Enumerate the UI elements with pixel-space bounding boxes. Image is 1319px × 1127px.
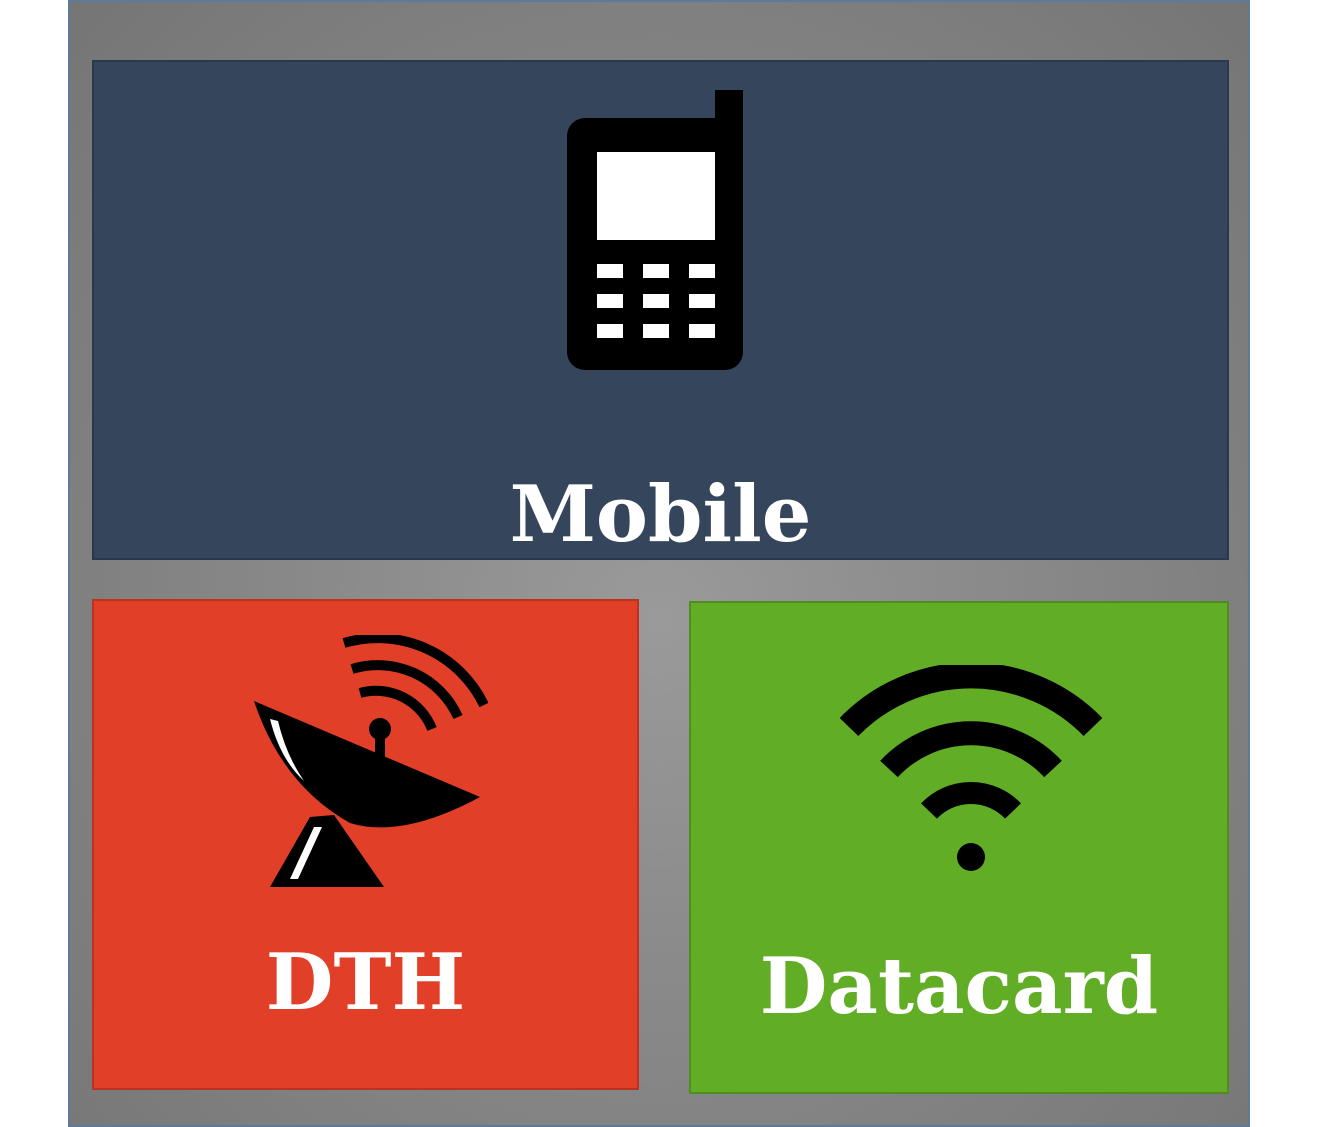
service-menu-panel: Mobile DTH Datacard [68, 0, 1250, 1127]
datacard-label: Datacard [759, 941, 1159, 1032]
dth-tile[interactable]: DTH [92, 599, 639, 1090]
wifi-icon [837, 662, 1105, 879]
mobile-phone-icon [567, 90, 747, 372]
satellite-dish-icon [252, 633, 489, 887]
mobile-tile[interactable]: Mobile [92, 60, 1229, 560]
datacard-tile[interactable]: Datacard [689, 601, 1229, 1094]
dth-label: DTH [265, 937, 466, 1028]
mobile-label: Mobile [509, 469, 812, 560]
